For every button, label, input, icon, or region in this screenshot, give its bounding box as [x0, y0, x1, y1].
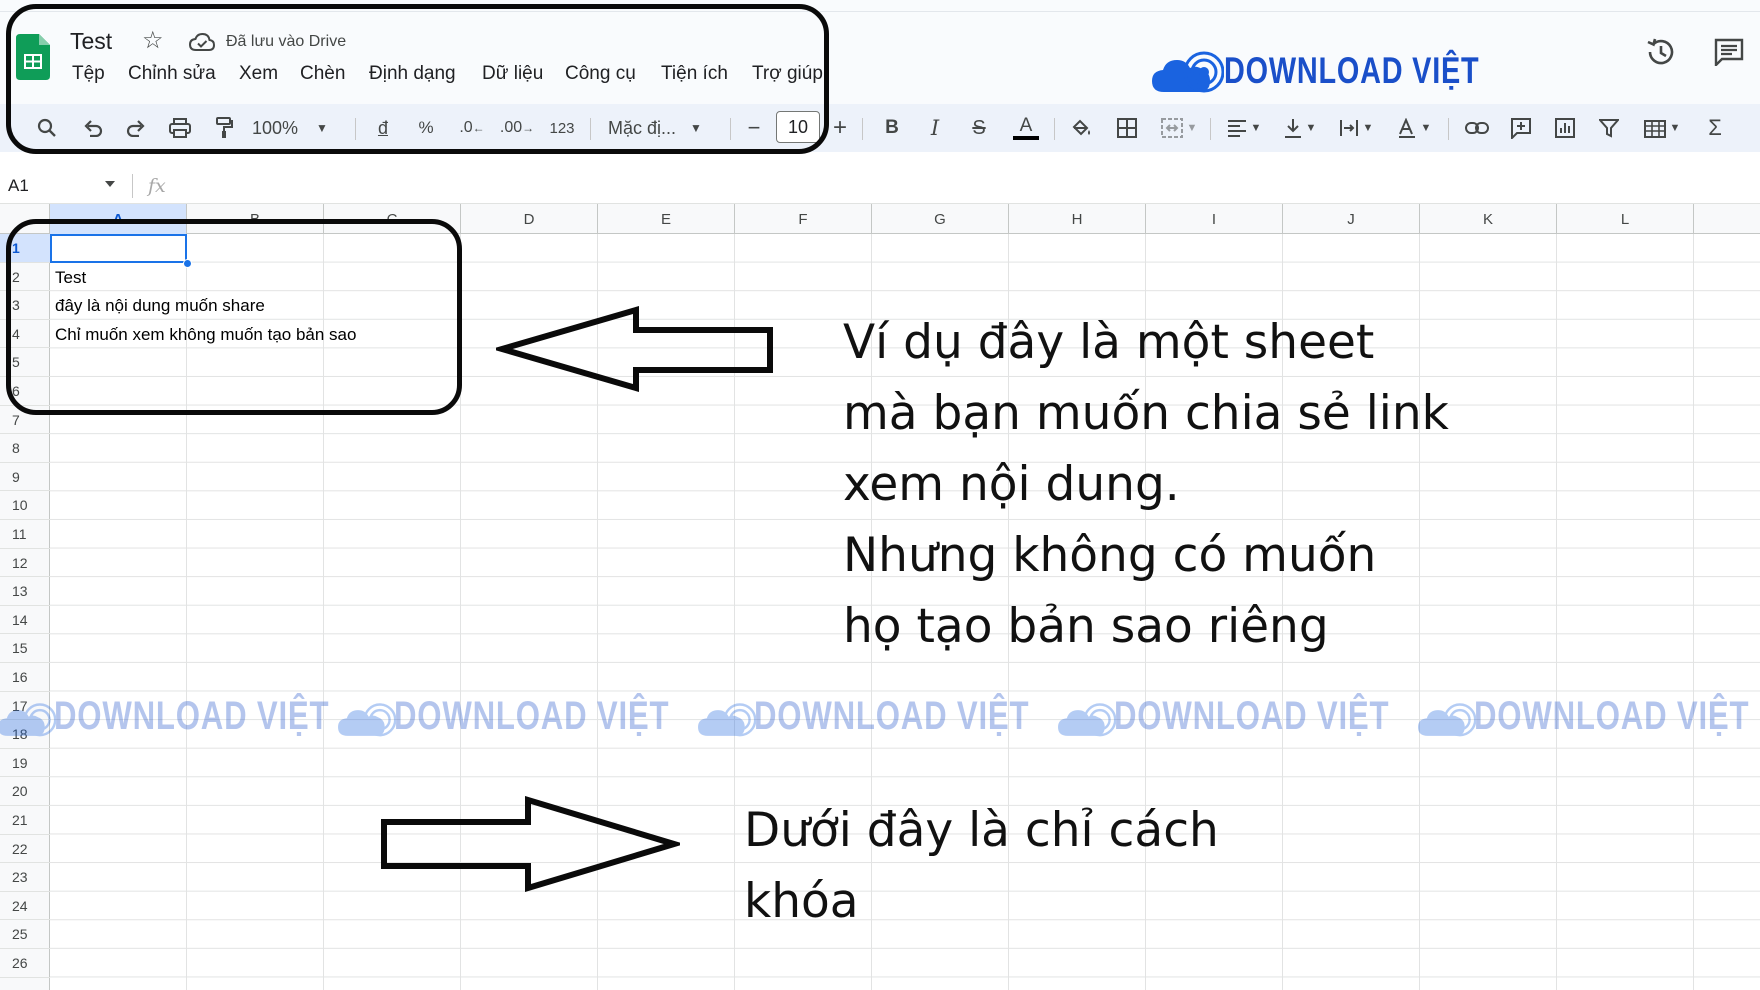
filter-icon[interactable]	[1594, 114, 1624, 142]
text-wrapping-icon[interactable]: ▼	[1334, 114, 1378, 142]
row-header[interactable]: 12	[0, 549, 50, 578]
annotation-line: Ví dụ đây là một sheet	[843, 315, 1375, 370]
borders-icon[interactable]	[1112, 114, 1142, 142]
chevron-down-icon[interactable]	[104, 180, 116, 188]
arrow-left-icon	[496, 306, 773, 392]
insert-comment-icon[interactable]	[1506, 114, 1536, 142]
horizontal-align-icon[interactable]: ▼	[1222, 114, 1266, 142]
row-header[interactable]: 19	[0, 749, 50, 778]
column-header-i[interactable]: I	[1146, 204, 1283, 234]
comments-icon[interactable]	[1714, 38, 1744, 66]
column-header-j[interactable]: J	[1283, 204, 1420, 234]
annotation-line: mà bạn muốn chia sẻ link	[843, 386, 1449, 441]
toolbar-divider	[1448, 118, 1449, 140]
arrow-right-icon	[381, 796, 680, 892]
text-rotation-icon[interactable]: ▼	[1392, 114, 1436, 142]
formula-bar-divider	[132, 174, 133, 198]
row-header[interactable]: 21	[0, 806, 50, 835]
increase-font-size-button[interactable]: +	[828, 114, 852, 142]
column-header-g[interactable]: G	[872, 204, 1009, 234]
formula-bar: A1 fx	[0, 168, 1760, 204]
column-header-l[interactable]: L	[1557, 204, 1694, 234]
row-header[interactable]: 26	[0, 949, 50, 978]
row-header[interactable]: 16	[0, 663, 50, 692]
chevron-down-icon: ▼	[1669, 122, 1681, 134]
brand-cloud-icon	[1152, 51, 1224, 93]
functions-button[interactable]: Σ	[1700, 114, 1730, 142]
column-header-h[interactable]: H	[1009, 204, 1146, 234]
row-header[interactable]: 18	[0, 720, 50, 749]
annotation-main-text: Ví dụ đây là một sheet mà bạn muốn chia …	[843, 307, 1449, 662]
fill-color-icon[interactable]	[1066, 114, 1096, 142]
brand-logo: DOWNLOAD VIỆT	[1152, 46, 1479, 98]
column-header-d[interactable]: D	[461, 204, 598, 234]
row-header[interactable]: 20	[0, 777, 50, 806]
row-header[interactable]: 13	[0, 577, 50, 606]
vertical-align-icon[interactable]: ▼	[1278, 114, 1322, 142]
row-header[interactable]: 25	[0, 920, 50, 949]
row-header[interactable]: 17	[0, 692, 50, 721]
insert-chart-icon[interactable]	[1550, 114, 1580, 142]
row-header[interactable]: 11	[0, 520, 50, 549]
strikethrough-button[interactable]: S	[964, 114, 994, 142]
text-color-button[interactable]: A	[1010, 114, 1042, 142]
fx-icon: fx	[148, 175, 166, 197]
annotation-line: khóa	[744, 874, 859, 929]
italic-button[interactable]: I	[920, 114, 950, 142]
toolbar-divider	[1054, 118, 1055, 140]
column-header-k[interactable]: K	[1420, 204, 1557, 234]
chevron-down-icon: ▼	[1250, 122, 1262, 134]
insert-link-icon[interactable]	[1462, 114, 1492, 142]
column-header-e[interactable]: E	[598, 204, 735, 234]
chevron-down-icon: ▼	[1186, 122, 1198, 134]
row-header[interactable]: 23	[0, 863, 50, 892]
annotation-line: xem nội dung.	[843, 457, 1180, 512]
row-header[interactable]: 9	[0, 463, 50, 492]
content-highlight-box	[6, 219, 462, 415]
bold-button[interactable]: B	[877, 114, 907, 142]
toolbar-highlight-box	[6, 4, 829, 154]
merge-cells-icon[interactable]: ▼	[1155, 114, 1203, 142]
row-header[interactable]: 22	[0, 835, 50, 864]
version-history-icon[interactable]	[1644, 36, 1676, 68]
annotation-line: Dưới đây là chỉ cách	[744, 803, 1219, 858]
text-color-letter: A	[1019, 115, 1033, 136]
row-header[interactable]: 14	[0, 606, 50, 635]
annotation-line: Nhưng không có muốn	[843, 528, 1377, 583]
row-header[interactable]: 15	[0, 634, 50, 663]
filter-views-icon[interactable]: ▼	[1638, 114, 1686, 142]
annotation-line: họ tạo bản sao riêng	[843, 599, 1329, 654]
chevron-down-icon: ▼	[1362, 122, 1374, 134]
toolbar-divider	[1210, 118, 1211, 140]
chevron-down-icon: ▼	[1420, 122, 1432, 134]
name-box[interactable]: A1	[8, 176, 29, 196]
row-header[interactable]: 10	[0, 491, 50, 520]
brand-text: DOWNLOAD VIỆT	[1224, 50, 1480, 91]
toolbar-divider	[862, 118, 863, 140]
chevron-down-icon: ▼	[1305, 122, 1317, 134]
row-header[interactable]: 8	[0, 434, 50, 463]
text-color-bar	[1013, 136, 1039, 140]
row-header[interactable]: 24	[0, 892, 50, 921]
annotation-bottom-text: Dưới đây là chỉ cách khóa	[744, 795, 1219, 937]
column-header-f[interactable]: F	[735, 204, 872, 234]
